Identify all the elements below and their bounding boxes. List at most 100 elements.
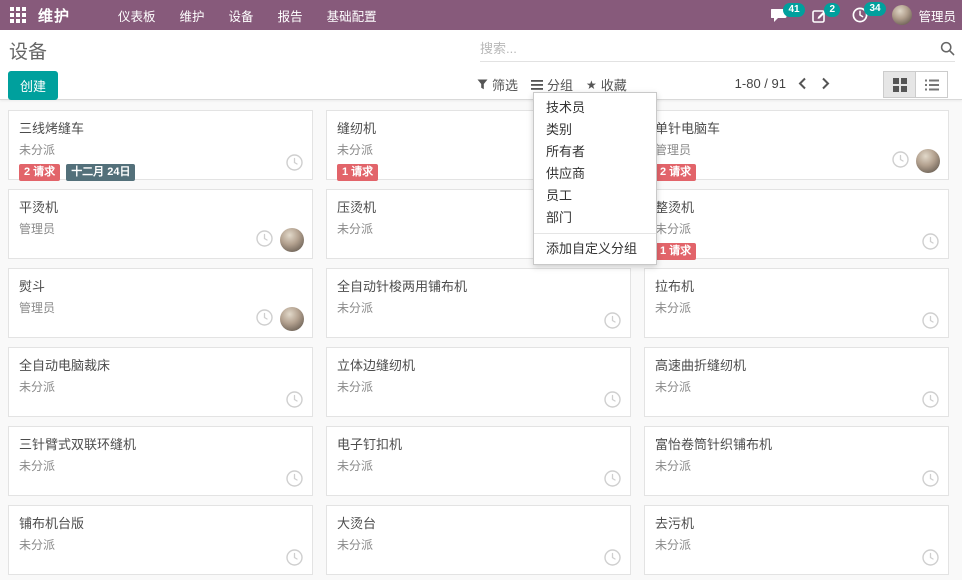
activity-clock-icon[interactable] — [604, 391, 621, 408]
activity-clock-icon[interactable] — [892, 151, 909, 168]
assigned-to: 未分派 — [655, 220, 938, 237]
equipment-card[interactable]: 单针电脑车 管理员 2 请求 — [644, 110, 949, 180]
equipment-card[interactable]: 平烫机 管理员 — [8, 189, 313, 259]
pager-range[interactable]: 1-80 / 91 — [735, 76, 786, 91]
equipment-card[interactable]: 三线烤缝车 未分派 2 请求十二月 24日 — [8, 110, 313, 180]
top-menu-item[interactable]: 基础配置 — [327, 6, 377, 25]
list-view-button[interactable] — [915, 71, 948, 98]
equipment-card[interactable]: 富怡卷筒针织铺布机 未分派 — [644, 426, 949, 496]
activity-clock-icon[interactable] — [256, 309, 273, 326]
activity-clock-icon[interactable] — [604, 549, 621, 566]
activity-clock-icon[interactable] — [922, 470, 939, 487]
top-menu-item[interactable]: 设备 — [229, 6, 254, 25]
top-menu: 仪表板 维护 设备 报告 基础配置 — [118, 6, 377, 25]
app-brand[interactable]: 维护 — [38, 5, 70, 26]
groupby-menu-item[interactable]: 技术员 — [534, 97, 656, 119]
groupby-menu-item[interactable]: 员工 — [534, 185, 656, 207]
add-custom-group-item[interactable]: 添加自定义分组 — [534, 238, 656, 260]
card-badges: 1 请求 — [655, 243, 938, 260]
user-menu[interactable]: 管理员 — [892, 5, 956, 25]
top-menu-item[interactable]: 仪表板 — [118, 6, 156, 25]
equipment-card[interactable]: 拉布机 未分派 — [644, 268, 949, 338]
activity-clock-icon[interactable] — [604, 470, 621, 487]
notes-button[interactable]: 2 — [812, 8, 828, 23]
equipment-card[interactable]: 熨斗 管理员 — [8, 268, 313, 338]
kanban-view-button[interactable] — [883, 71, 916, 98]
groupby-menu-item[interactable]: 类别 — [534, 119, 656, 141]
activity-clock-icon[interactable] — [286, 549, 303, 566]
groupby-menu-item[interactable]: 所有者 — [534, 141, 656, 163]
grid-icon — [10, 7, 26, 23]
menu-divider — [534, 233, 656, 234]
equipment-name: 大烫台 — [337, 513, 620, 532]
equipment-card[interactable]: 去污机 未分派 — [644, 505, 949, 575]
requests-badge: 1 请求 — [655, 243, 696, 260]
equipment-name: 平烫机 — [19, 197, 302, 216]
notes-count-badge: 2 — [824, 3, 840, 17]
filters-button[interactable]: 筛选 — [477, 75, 518, 94]
equipment-name: 拉布机 — [655, 276, 938, 295]
prev-page-button[interactable] — [796, 75, 809, 92]
chevron-right-icon — [821, 77, 830, 90]
kanban-view-icon — [893, 78, 907, 92]
activities-button[interactable]: 34 — [852, 7, 868, 23]
activity-clock-icon[interactable] — [922, 549, 939, 566]
technician-avatar — [280, 228, 304, 252]
apps-menu-icon[interactable] — [10, 6, 28, 24]
pager: 1-80 / 91 — [735, 75, 832, 92]
assigned-to: 未分派 — [655, 299, 938, 316]
technician-avatar — [916, 149, 940, 173]
messages-button[interactable]: 41 — [771, 8, 788, 23]
activity-clock-icon[interactable] — [286, 391, 303, 408]
equipment-name: 高速曲折缝纫机 — [655, 355, 938, 374]
assigned-to: 未分派 — [19, 457, 302, 474]
equipment-card[interactable]: 全自动针梭两用铺布机 未分派 — [326, 268, 631, 338]
date-badge: 十二月 24日 — [66, 164, 135, 181]
activity-clock-icon[interactable] — [922, 391, 939, 408]
equipment-card[interactable]: 三针臂式双联环缝机 未分派 — [8, 426, 313, 496]
control-panel: 设备 创建 筛选 分组 ★ 收藏 1-80 / 91 — [0, 30, 962, 100]
equipment-card[interactable]: 电子钉扣机 未分派 — [326, 426, 631, 496]
activity-clock-icon[interactable] — [256, 230, 273, 247]
requests-badge: 2 请求 — [655, 164, 696, 181]
groupby-menu-item[interactable]: 部门 — [534, 207, 656, 229]
equipment-name: 电子钉扣机 — [337, 434, 620, 453]
equipment-name: 全自动针梭两用铺布机 — [337, 276, 620, 295]
requests-badge: 1 请求 — [337, 164, 378, 181]
activity-clock-icon[interactable] — [286, 154, 303, 171]
equipment-card[interactable]: 全自动电脑裁床 未分派 — [8, 347, 313, 417]
assigned-to: 未分派 — [655, 378, 938, 395]
equipment-card[interactable]: 大烫台 未分派 — [326, 505, 631, 575]
next-page-button[interactable] — [819, 75, 832, 92]
equipment-name: 富怡卷筒针织铺布机 — [655, 434, 938, 453]
equipment-name: 单针电脑车 — [655, 118, 938, 137]
search-icon[interactable] — [940, 41, 955, 56]
chevron-left-icon — [798, 77, 807, 90]
assigned-to: 未分派 — [19, 378, 302, 395]
search-input[interactable] — [480, 41, 940, 56]
view-switcher — [883, 71, 948, 98]
equipment-name: 去污机 — [655, 513, 938, 532]
equipment-name: 整烫机 — [655, 197, 938, 216]
assigned-to: 未分派 — [655, 457, 938, 474]
activity-clock-icon[interactable] — [922, 312, 939, 329]
requests-badge: 2 请求 — [19, 164, 60, 181]
equipment-name: 三线烤缝车 — [19, 118, 302, 137]
equipment-card[interactable]: 立体边缝纫机 未分派 — [326, 347, 631, 417]
create-button[interactable]: 创建 — [8, 71, 58, 100]
equipment-card[interactable]: 整烫机 未分派 1 请求 — [644, 189, 949, 259]
list-view-icon — [925, 79, 939, 91]
top-menu-item[interactable]: 维护 — [180, 6, 205, 25]
activity-clock-icon[interactable] — [286, 470, 303, 487]
activity-clock-icon[interactable] — [604, 312, 621, 329]
top-menu-item[interactable]: 报告 — [278, 6, 303, 25]
user-name: 管理员 — [918, 6, 956, 25]
technician-avatar — [280, 307, 304, 331]
groupby-menu-item[interactable]: 供应商 — [534, 163, 656, 185]
top-navbar: 维护 仪表板 维护 设备 报告 基础配置 41 2 34 管理员 — [0, 0, 962, 30]
equipment-card[interactable]: 铺布机台版 未分派 — [8, 505, 313, 575]
card-badges: 2 请求十二月 24日 — [19, 164, 302, 181]
equipment-name: 熨斗 — [19, 276, 302, 295]
activity-clock-icon[interactable] — [922, 233, 939, 250]
equipment-card[interactable]: 高速曲折缝纫机 未分派 — [644, 347, 949, 417]
